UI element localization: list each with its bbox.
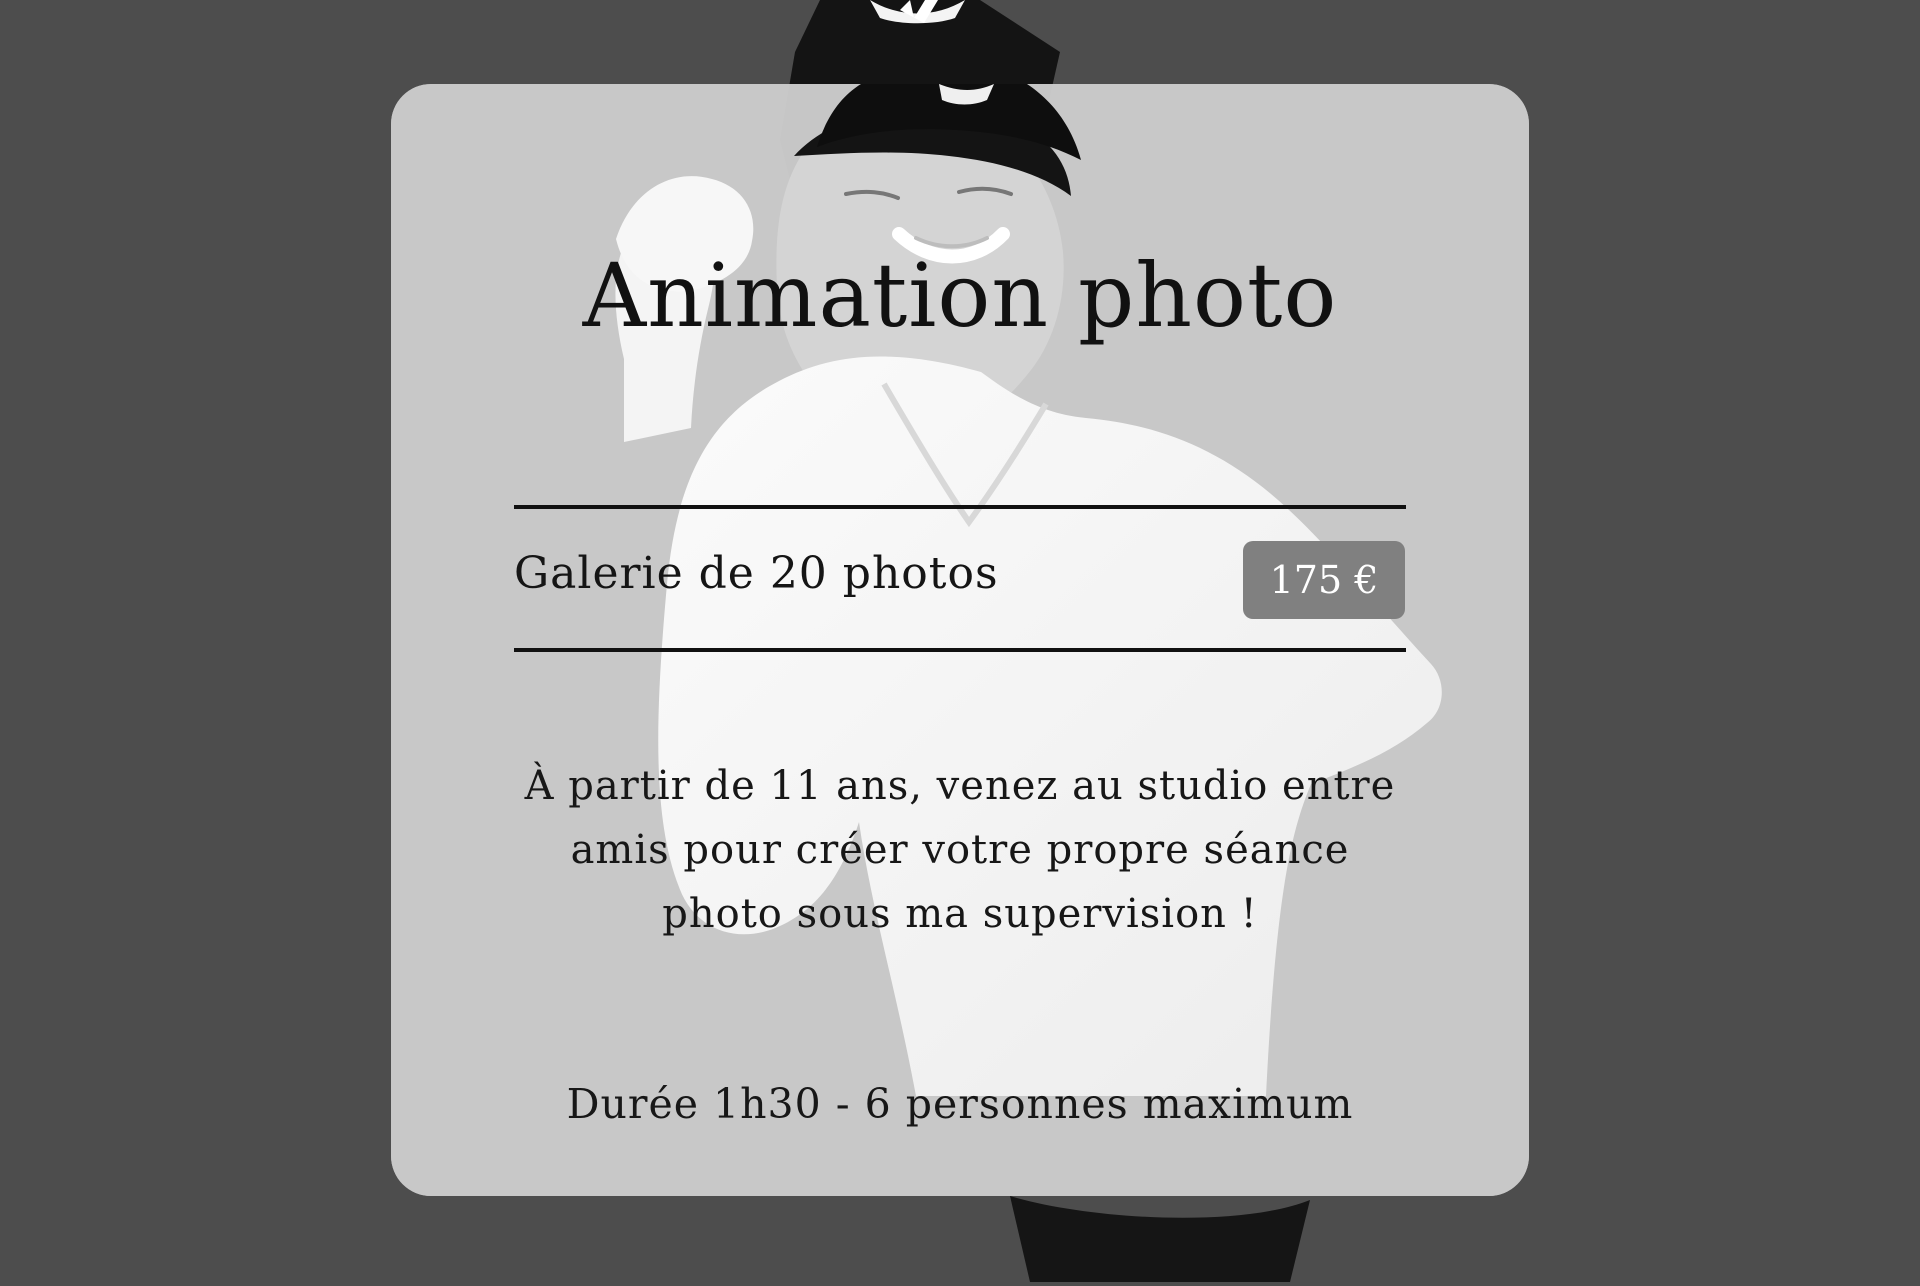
offer-title: Animation photo bbox=[582, 244, 1338, 347]
description-line: photo sous ma supervision ! bbox=[662, 891, 1258, 937]
description-line: À partir de 11 ans, venez au studio entr… bbox=[524, 763, 1396, 809]
bottom-divider bbox=[514, 648, 1406, 652]
card-content: Animation photo Galerie de 20 photos 175… bbox=[391, 84, 1529, 1196]
offer-card: Animation photo Galerie de 20 photos 175… bbox=[391, 84, 1529, 1196]
top-divider bbox=[514, 505, 1406, 509]
package-label: Galerie de 20 photos bbox=[514, 548, 999, 599]
price-badge: 175 € bbox=[1243, 541, 1405, 619]
description-line: amis pour créer votre propre séance bbox=[570, 827, 1350, 873]
offer-details: Durée 1h30 - 6 personnes maximum bbox=[566, 1080, 1354, 1128]
offer-description: À partir de 11 ans, venez au studio entr… bbox=[391, 754, 1529, 946]
